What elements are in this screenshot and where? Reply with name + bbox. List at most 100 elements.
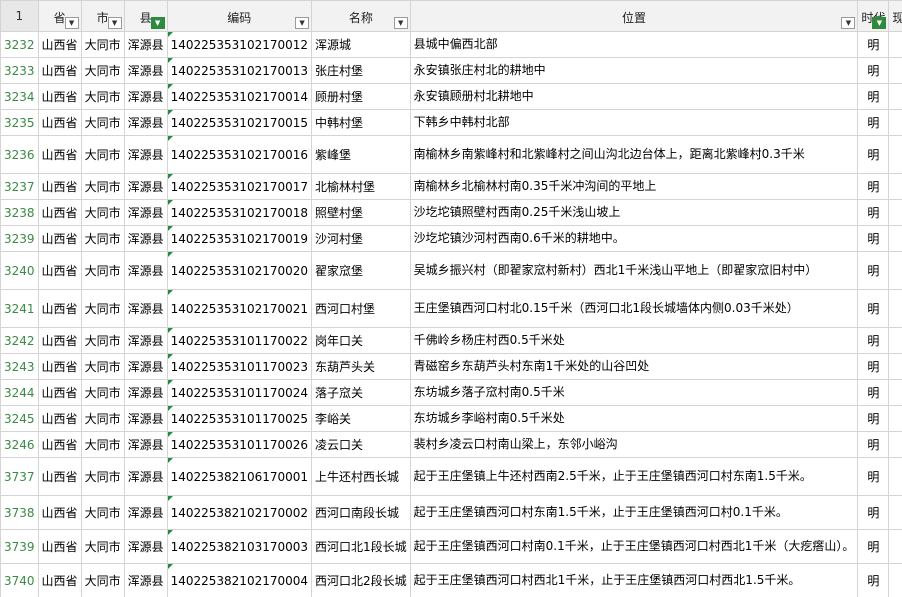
cell-county[interactable]: 浑源县: [123, 135, 168, 174]
cell-level[interactable]: 省保: [888, 173, 902, 200]
cell-code[interactable]: 140225353101170024: [166, 379, 313, 406]
cell-era[interactable]: 明: [857, 83, 890, 110]
cell-level[interactable]: 省保: [888, 199, 902, 226]
cell-era[interactable]: 明: [857, 405, 890, 432]
cell-location[interactable]: 起于王庄堡镇西河口村南0.1千米，止于王庄堡镇西河口村西北1千米（大疙瘩山）。: [409, 529, 859, 564]
row-number[interactable]: 3240: [0, 251, 39, 290]
cell-province[interactable]: 山西省: [37, 251, 82, 290]
column-header-location[interactable]: 位置 ▼: [409, 0, 859, 32]
cell-code[interactable]: 140225353101170022: [166, 327, 313, 354]
row-number[interactable]: 3232: [0, 31, 39, 58]
cell-level[interactable]: 省保: [888, 405, 902, 432]
cell-county[interactable]: 浑源县: [123, 57, 168, 84]
cell-era[interactable]: 明: [857, 327, 890, 354]
cell-era[interactable]: 明: [857, 431, 890, 458]
cell-code[interactable]: 140225353102170012: [166, 31, 313, 58]
cell-era[interactable]: 明: [857, 225, 890, 252]
filter-dropdown-icon[interactable]: ▼: [841, 17, 856, 29]
cell-county[interactable]: 浑源县: [123, 405, 168, 432]
row-number[interactable]: 3238: [0, 199, 39, 226]
cell-name[interactable]: 顾册村堡: [311, 83, 411, 110]
cell-county[interactable]: 浑源县: [123, 529, 168, 564]
cell-level[interactable]: 省保: [888, 457, 902, 496]
cell-code[interactable]: 140225353102170017: [166, 173, 313, 200]
cell-location[interactable]: 起于王庄堡镇西河口村东南1.5千米，止于王庄堡镇西河口村0.1千米。: [409, 495, 859, 530]
cell-level[interactable]: 省保: [888, 529, 902, 564]
cell-name[interactable]: 凌云口关: [311, 431, 411, 458]
cell-province[interactable]: 山西省: [37, 529, 82, 564]
cell-era[interactable]: 明: [857, 529, 890, 564]
cell-level[interactable]: 省保: [888, 225, 902, 252]
cell-county[interactable]: 浑源县: [123, 379, 168, 406]
cell-province[interactable]: 山西省: [37, 405, 82, 432]
cell-era[interactable]: 明: [857, 353, 890, 380]
row-number[interactable]: 3245: [0, 405, 39, 432]
cell-code[interactable]: 140225382102170002: [166, 495, 313, 530]
cell-province[interactable]: 山西省: [37, 327, 82, 354]
cell-city[interactable]: 大同市: [80, 289, 125, 328]
cell-code[interactable]: 140225353101170023: [166, 353, 313, 380]
cell-location[interactable]: 青磁窑乡东葫芦头村东南1千米处的山谷凹处: [409, 353, 859, 380]
cell-name[interactable]: 李峪关: [311, 405, 411, 432]
cell-county[interactable]: 浑源县: [123, 495, 168, 530]
cell-code[interactable]: 140225353102170014: [166, 83, 313, 110]
cell-name[interactable]: 沙河村堡: [311, 225, 411, 252]
cell-city[interactable]: 大同市: [80, 379, 125, 406]
cell-name[interactable]: 西河口北1段长城: [311, 529, 411, 564]
cell-level[interactable]: 省保: [888, 289, 902, 328]
cell-county[interactable]: 浑源县: [123, 109, 168, 136]
cell-location[interactable]: 起于王庄堡镇西河口村西北1千米，止于王庄堡镇西河口村西北1.5千米。: [409, 563, 859, 597]
cell-code[interactable]: 140225353101170026: [166, 431, 313, 458]
cell-city[interactable]: 大同市: [80, 431, 125, 458]
cell-province[interactable]: 山西省: [37, 57, 82, 84]
cell-era[interactable]: 明: [857, 57, 890, 84]
cell-level[interactable]: 省保: [888, 57, 902, 84]
cell-county[interactable]: 浑源县: [123, 225, 168, 252]
cell-code[interactable]: 140225353102170015: [166, 109, 313, 136]
cell-code[interactable]: 140225382106170001: [166, 457, 313, 496]
cell-province[interactable]: 山西省: [37, 289, 82, 328]
cell-name[interactable]: 北榆林村堡: [311, 173, 411, 200]
cell-level[interactable]: 省保: [888, 431, 902, 458]
cell-level[interactable]: 省保: [888, 353, 902, 380]
cell-province[interactable]: 山西省: [37, 31, 82, 58]
cell-province[interactable]: 山西省: [37, 495, 82, 530]
filter-dropdown-icon[interactable]: ▼: [295, 17, 310, 29]
cell-city[interactable]: 大同市: [80, 199, 125, 226]
cell-era[interactable]: 明: [857, 135, 890, 174]
cell-code[interactable]: 140225353102170019: [166, 225, 313, 252]
cell-name[interactable]: 张庄村堡: [311, 57, 411, 84]
cell-name[interactable]: 西河口村堡: [311, 289, 411, 328]
cell-county[interactable]: 浑源县: [123, 431, 168, 458]
column-header-level[interactable]: 现保护级别▼: [888, 0, 902, 32]
cell-level[interactable]: 省保: [888, 563, 902, 597]
cell-province[interactable]: 山西省: [37, 563, 82, 597]
row-number[interactable]: 3737: [0, 457, 39, 496]
cell-province[interactable]: 山西省: [37, 83, 82, 110]
cell-name[interactable]: 翟家窊堡: [311, 251, 411, 290]
cell-code[interactable]: 140225353102170021: [166, 289, 313, 328]
cell-province[interactable]: 山西省: [37, 457, 82, 496]
cell-city[interactable]: 大同市: [80, 135, 125, 174]
cell-location[interactable]: 吴城乡振兴村（即翟家窊村新村）西北1千米浅山平地上（即翟家窊旧村中）: [409, 251, 859, 290]
cell-level[interactable]: 省保: [888, 251, 902, 290]
row-number[interactable]: 3244: [0, 379, 39, 406]
cell-city[interactable]: 大同市: [80, 109, 125, 136]
cell-era[interactable]: 明: [857, 495, 890, 530]
cell-name[interactable]: 上牛还村西长城: [311, 457, 411, 496]
cell-county[interactable]: 浑源县: [123, 289, 168, 328]
filter-funnel-icon[interactable]: ▼: [872, 17, 887, 29]
cell-era[interactable]: 明: [857, 199, 890, 226]
cell-location[interactable]: 千佛岭乡杨庄村西0.5千米处: [409, 327, 859, 354]
cell-level[interactable]: 省保: [888, 327, 902, 354]
cell-name[interactable]: 中韩村堡: [311, 109, 411, 136]
cell-province[interactable]: 山西省: [37, 431, 82, 458]
cell-city[interactable]: 大同市: [80, 173, 125, 200]
row-number[interactable]: 3738: [0, 495, 39, 530]
cell-location[interactable]: 南榆林乡北榆林村南0.35千米冲沟间的平地上: [409, 173, 859, 200]
cell-code[interactable]: 140225353102170020: [166, 251, 313, 290]
cell-code[interactable]: 140225353101170025: [166, 405, 313, 432]
row-number[interactable]: 3234: [0, 83, 39, 110]
cell-province[interactable]: 山西省: [37, 199, 82, 226]
cell-name[interactable]: 西河口北2段长城: [311, 563, 411, 597]
